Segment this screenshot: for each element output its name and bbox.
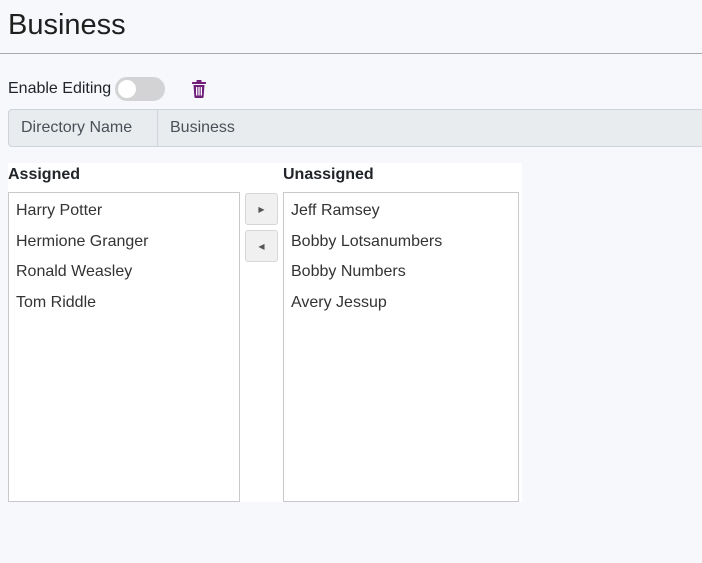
unassigned-header: Unassigned — [283, 166, 374, 183]
directory-name-field[interactable]: Business — [158, 110, 702, 146]
triangle-left-icon: ◀ — [258, 241, 265, 251]
trash-icon[interactable] — [191, 80, 207, 98]
assigned-header: Assigned — [8, 166, 81, 183]
list-item[interactable]: Harry Potter — [9, 200, 239, 231]
unassigned-listbox[interactable]: Jeff Ramsey Bobby Lotsanumbers Bobby Num… — [283, 192, 519, 502]
list-item[interactable]: Tom Riddle — [9, 292, 239, 323]
list-item[interactable]: Bobby Lotsanumbers — [284, 231, 518, 262]
header-divider — [0, 53, 702, 54]
edit-row: Enable Editing — [8, 77, 166, 101]
enable-editing-toggle[interactable] — [115, 77, 166, 101]
assigned-listbox[interactable]: Harry Potter Hermione Granger Ronald Wea… — [8, 192, 240, 502]
list-item[interactable]: Jeff Ramsey — [284, 200, 518, 231]
triangle-right-icon: ▶ — [258, 204, 265, 214]
dual-list-panel: Assigned Unassigned Harry Potter Hermion… — [8, 163, 522, 502]
directory-name-label: Directory Name — [9, 110, 158, 146]
list-item[interactable]: Avery Jessup — [284, 292, 518, 323]
enable-editing-label: Enable Editing — [8, 80, 112, 97]
move-right-button[interactable]: ▶ — [245, 193, 278, 225]
directory-name-group: Directory Name Business — [8, 109, 702, 147]
list-item[interactable]: Hermione Granger — [9, 231, 239, 262]
list-item[interactable]: Ronald Weasley — [9, 261, 239, 292]
toggle-knob — [118, 80, 137, 98]
list-item[interactable]: Bobby Numbers — [284, 261, 518, 292]
page-title: Business — [8, 9, 126, 41]
move-left-button[interactable]: ◀ — [245, 230, 278, 262]
